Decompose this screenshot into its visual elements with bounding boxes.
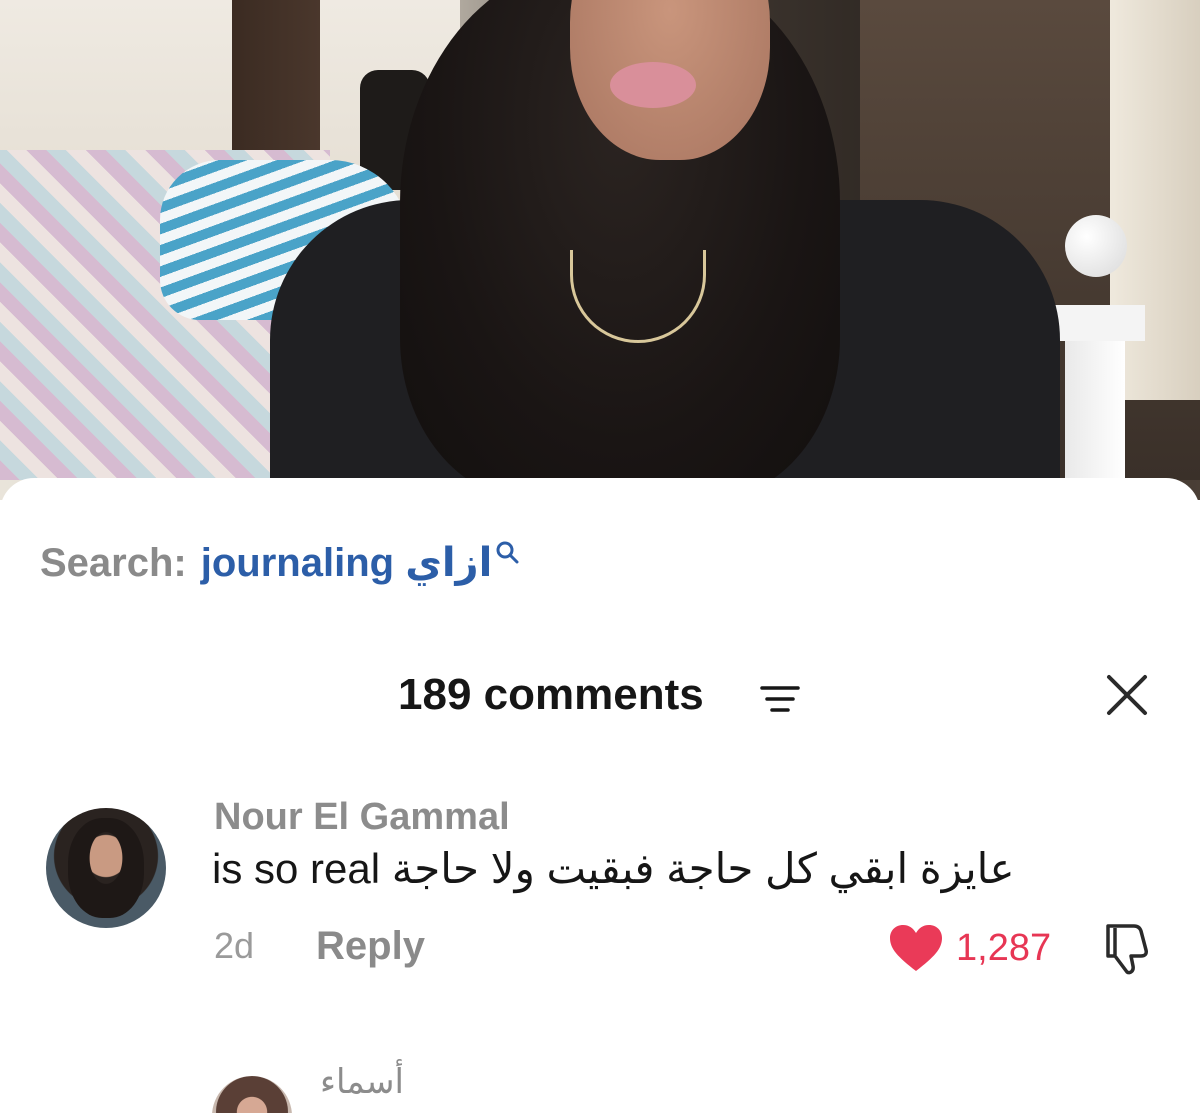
dislike-icon[interactable] — [1098, 920, 1156, 978]
avatar-image — [68, 818, 144, 918]
sort-icon[interactable] — [760, 684, 800, 716]
subject-lips — [610, 62, 696, 108]
comment-item: أسماء — [0, 1062, 1200, 1113]
heart-icon[interactable] — [888, 923, 944, 973]
comment-text: عايزة ابقي كل حاجة فبقيت ولا حاجة is so … — [212, 845, 1015, 892]
comments-sheet: Search: journaling ازاي 189 comments Nou… — [0, 478, 1200, 1113]
comments-header: 189 comments — [0, 664, 1200, 724]
bedpost-post — [1065, 341, 1125, 481]
avatar[interactable] — [212, 1076, 292, 1113]
comment-timestamp: 2d — [214, 925, 255, 966]
app-root: Search: journaling ازاي 189 comments Nou… — [0, 0, 1200, 1113]
search-label: Search: — [40, 540, 187, 585]
comments-count-title: 189 comments — [398, 670, 704, 719]
avatar[interactable] — [46, 808, 166, 928]
like-button[interactable]: 1,287 — [888, 920, 1051, 976]
search-icon — [496, 541, 519, 564]
search-suggestion[interactable]: Search: journaling ازاي — [40, 538, 520, 588]
video-player[interactable] — [0, 0, 1200, 500]
reply-button[interactable]: Reply — [316, 924, 425, 969]
comment-meta: 2d Reply — [214, 918, 425, 974]
comment-username[interactable]: أسماء — [320, 1062, 404, 1102]
like-count: 1,287 — [956, 926, 1052, 969]
close-icon[interactable] — [1104, 672, 1150, 718]
comment-item: Nour El Gammal عايزة ابقي كل حاجة فبقيت … — [0, 796, 1200, 996]
bedpost-cap — [1045, 305, 1145, 341]
video-subject — [270, 0, 1060, 500]
search-query-link[interactable]: journaling ازاي — [201, 540, 493, 586]
bedpost-knob — [1065, 215, 1127, 277]
comment-username[interactable]: Nour El Gammal — [214, 796, 510, 839]
